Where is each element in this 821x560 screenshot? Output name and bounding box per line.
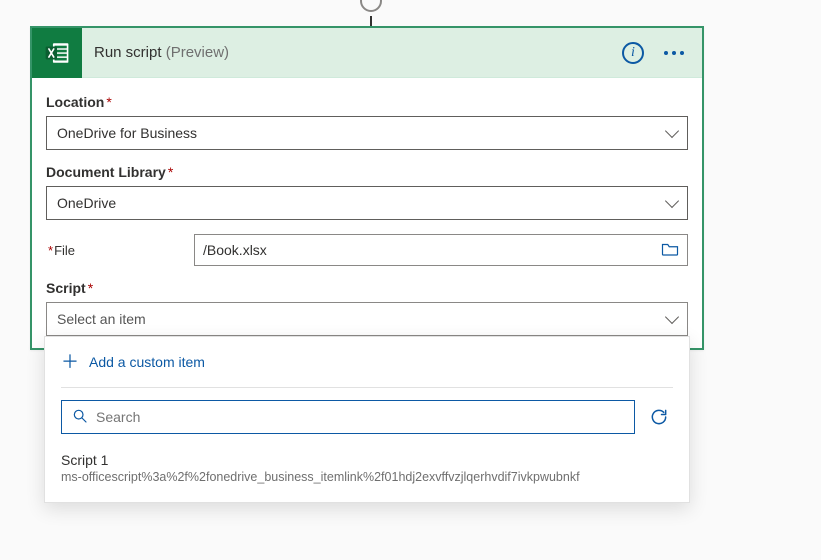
doclib-label: Document Library* (46, 164, 688, 180)
file-label: *File (46, 243, 186, 258)
plus-node-icon[interactable] (360, 0, 382, 12)
file-value: /Book.xlsx (203, 242, 267, 258)
more-menu-button[interactable] (664, 51, 684, 55)
dropdown-item-subtitle: ms-officescript%3a%2f%2fonedrive_busines… (61, 470, 673, 484)
divider (61, 387, 673, 388)
dropdown-item[interactable]: Script 1 ms-officescript%3a%2f%2fonedriv… (45, 434, 689, 488)
script-dropdown-popover: ＋ Add a custom item (44, 336, 690, 503)
card-title-main: Run script (94, 44, 162, 61)
action-card-run-script: Run script (Preview) i Location* OneDriv… (30, 26, 704, 350)
info-icon[interactable]: i (622, 42, 644, 64)
doclib-value: OneDrive (57, 195, 116, 211)
plus-icon: ＋ (61, 353, 79, 371)
chevron-down-icon (665, 310, 679, 324)
folder-picker-icon[interactable] (655, 242, 679, 259)
location-value: OneDrive for Business (57, 125, 197, 141)
script-select[interactable]: Select an item (46, 302, 688, 336)
search-input[interactable] (96, 409, 624, 425)
excel-icon (32, 28, 82, 78)
add-custom-item-button[interactable]: ＋ Add a custom item (45, 343, 689, 383)
chevron-down-icon (665, 124, 679, 138)
search-input-wrap[interactable] (61, 400, 635, 434)
card-title: Run script (Preview) (82, 44, 622, 61)
location-label: Location* (46, 94, 688, 110)
card-title-suffix: (Preview) (166, 44, 229, 61)
script-label: Script* (46, 280, 688, 296)
search-icon (72, 408, 88, 427)
chevron-down-icon (665, 194, 679, 208)
refresh-button[interactable] (645, 403, 673, 431)
location-select[interactable]: OneDrive for Business (46, 116, 688, 150)
add-custom-label: Add a custom item (89, 354, 205, 370)
card-header: Run script (Preview) i (32, 28, 702, 78)
doclib-select[interactable]: OneDrive (46, 186, 688, 220)
dropdown-item-title: Script 1 (61, 452, 673, 468)
file-input[interactable]: /Book.xlsx (194, 234, 688, 266)
script-placeholder: Select an item (57, 311, 146, 327)
